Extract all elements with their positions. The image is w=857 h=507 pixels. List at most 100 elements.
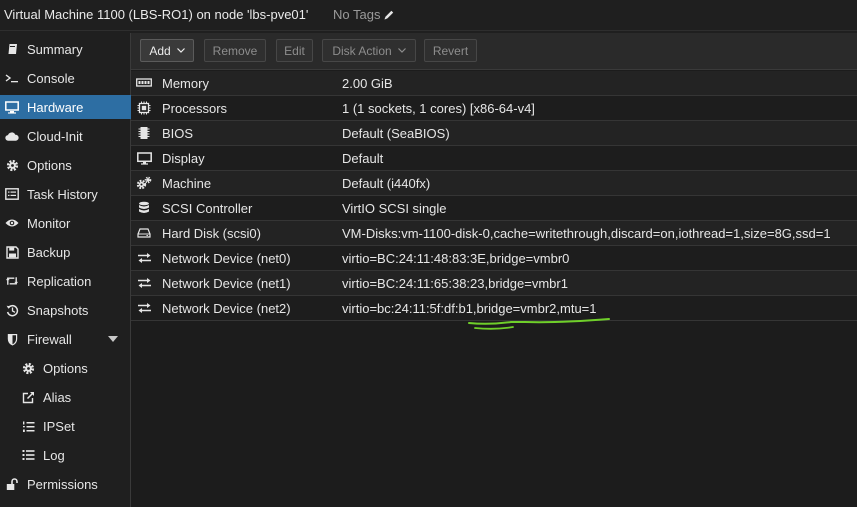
sidebar-item-label: Console — [27, 70, 75, 86]
sidebar-item-label: Replication — [27, 273, 92, 289]
sidebar-item-label: Cloud-Init — [27, 128, 83, 144]
sidebar-item-label: Monitor — [27, 215, 71, 231]
hardware-value: 1 (1 sockets, 1 cores) [x86-64-v4] — [342, 101, 535, 116]
hardware-row-hard-disk[interactable]: Hard Disk (scsi0) VM-Disks:vm-1100-disk-… — [131, 221, 857, 246]
sidebar-item-log[interactable]: Log — [0, 443, 131, 467]
sidebar-item-console[interactable]: Console — [0, 66, 131, 90]
hardware-value: Default (i440fx) — [342, 176, 431, 191]
sidebar-item-task-history[interactable]: Task History — [0, 182, 131, 206]
sidebar-item-alias[interactable]: Alias — [0, 385, 131, 409]
list-numbered-icon — [21, 419, 35, 433]
hardware-name: Processors — [162, 101, 228, 116]
sidebar-item-monitor[interactable]: Monitor — [0, 211, 131, 235]
hardware-value: Default — [342, 151, 384, 166]
history-icon — [5, 303, 19, 317]
sidebar-nav: Summary Console Hardware Cloud-Init Opti… — [0, 33, 131, 507]
hardware-panel: Add Remove Edit Disk Action Revert Memor… — [131, 33, 857, 507]
hardware-value: VM-Disks:vm-1100-disk-0,cache=writethrou… — [342, 226, 831, 241]
sidebar-item-label: Task History — [27, 186, 98, 202]
hardware-name: Hard Disk (scsi0) — [162, 226, 261, 241]
hardware-value: Default (SeaBIOS) — [342, 126, 450, 141]
hardware-row-memory[interactable]: Memory 2.00 GiB — [131, 71, 857, 96]
exchange-icon — [136, 276, 152, 290]
microchip-icon — [136, 126, 152, 140]
external-link-icon — [21, 390, 35, 404]
edit-button-label: Edit — [284, 43, 305, 58]
hardware-name: Network Device (net0) — [162, 251, 291, 266]
vm-title: Virtual Machine 1100 (LBS-RO1) on node '… — [4, 7, 309, 22]
list-icon — [21, 448, 35, 462]
sidebar-item-label: Backup — [27, 244, 71, 260]
hardware-name: BIOS — [162, 126, 194, 141]
hardware-row-network-net0[interactable]: Network Device (net0) virtio=BC:24:11:48… — [131, 246, 857, 271]
sidebar-item-replication[interactable]: Replication — [0, 269, 131, 293]
chevron-down-icon[interactable] — [108, 336, 118, 342]
list-alt-icon — [5, 187, 19, 201]
sidebar-item-options[interactable]: Options — [0, 153, 131, 177]
shield-icon — [5, 332, 19, 346]
sidebar-item-label: Hardware — [27, 99, 84, 115]
hardware-row-display[interactable]: Display Default — [131, 146, 857, 171]
remove-button[interactable]: Remove — [204, 39, 266, 62]
header-bar: Virtual Machine 1100 (LBS-RO1) on node '… — [0, 0, 857, 31]
book-icon — [5, 42, 19, 56]
sidebar-item-label: Permissions — [27, 476, 98, 492]
pencil-icon — [384, 10, 394, 19]
sidebar-item-ipset[interactable]: IPSet — [0, 414, 131, 438]
hardware-name: Network Device (net1) — [162, 276, 291, 291]
hardware-name: Display — [162, 151, 205, 166]
sidebar-item-label: Log — [43, 447, 65, 463]
hardware-name: Network Device (net2) — [162, 301, 291, 316]
hardware-value: virtio=BC:24:11:48:83:3E,bridge=vmbr0 — [342, 251, 570, 266]
floppy-icon — [5, 245, 19, 259]
retweet-icon — [5, 274, 19, 288]
annotation-underline — [468, 318, 610, 330]
exchange-icon — [136, 251, 152, 265]
sidebar-item-cloud-init[interactable]: Cloud-Init — [0, 124, 131, 148]
sidebar-item-permissions[interactable]: Permissions — [0, 472, 131, 496]
remove-button-label: Remove — [212, 43, 258, 58]
revert-button-label: Revert — [432, 43, 469, 58]
edit-button[interactable]: Edit — [276, 39, 313, 62]
hardware-name: SCSI Controller — [162, 201, 253, 216]
hardware-row-bios[interactable]: BIOS Default (SeaBIOS) — [131, 121, 857, 146]
cpu-icon — [136, 101, 152, 115]
revert-button[interactable]: Revert — [424, 39, 477, 62]
hardware-value: virtio=bc:24:11:5f:df:b1,bridge=vmbr2,mt… — [342, 301, 597, 316]
terminal-icon — [5, 71, 19, 85]
sidebar-item-label: Snapshots — [27, 302, 89, 318]
cogs-icon — [136, 176, 152, 190]
hardware-row-network-net1[interactable]: Network Device (net1) virtio=BC:24:11:65… — [131, 271, 857, 296]
sidebar-item-label: Firewall — [27, 331, 72, 347]
cloud-icon — [5, 129, 19, 143]
hardware-row-processors[interactable]: Processors 1 (1 sockets, 1 cores) [x86-6… — [131, 96, 857, 121]
sidebar-item-label: Options — [43, 360, 88, 376]
desktop-icon — [5, 100, 19, 114]
sidebar-item-summary[interactable]: Summary — [0, 37, 131, 61]
hardware-row-machine[interactable]: Machine Default (i440fx) — [131, 171, 857, 196]
sidebar-item-hardware[interactable]: Hardware — [0, 95, 131, 119]
sidebar-item-snapshots[interactable]: Snapshots — [0, 298, 131, 322]
add-button[interactable]: Add — [140, 39, 194, 62]
exchange-icon — [136, 301, 152, 315]
sidebar-item-backup[interactable]: Backup — [0, 240, 131, 264]
add-button-label: Add — [149, 43, 171, 58]
sidebar-item-label: Summary — [27, 41, 83, 57]
hardware-value: VirtIO SCSI single — [342, 201, 447, 216]
eye-icon — [5, 216, 19, 230]
hardware-toolbar: Add Remove Edit Disk Action Revert — [131, 33, 857, 70]
hardware-name: Memory — [162, 76, 209, 91]
disk-action-button[interactable]: Disk Action — [322, 39, 416, 62]
sidebar-item-label: Options — [27, 157, 72, 173]
hardware-name: Machine — [162, 176, 212, 191]
hardware-row-scsi-controller[interactable]: SCSI Controller VirtIO SCSI single — [131, 196, 857, 221]
tags-label: No Tags — [333, 7, 381, 22]
hdd-icon — [136, 226, 152, 240]
sidebar-item-firewall-options[interactable]: Options — [0, 356, 131, 380]
tags-edit[interactable]: No Tags — [333, 7, 395, 22]
monitor-icon — [136, 151, 152, 165]
memory-icon — [136, 76, 152, 90]
gear-icon — [21, 361, 35, 375]
sidebar-item-firewall[interactable]: Firewall — [0, 327, 131, 351]
gear-icon — [5, 158, 19, 172]
